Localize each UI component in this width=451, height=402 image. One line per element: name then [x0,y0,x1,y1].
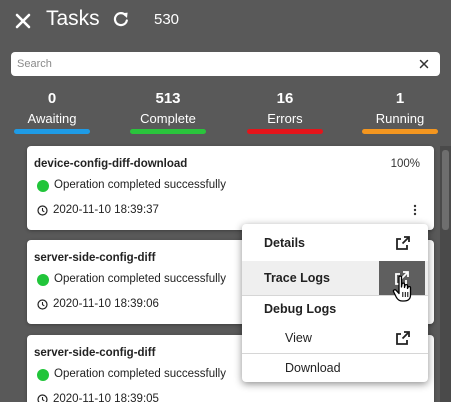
menu-download-label: Download [285,361,341,375]
menu-item-view[interactable]: View [242,324,428,352]
task-timestamp: 2020-11-10 18:39:37 [53,204,159,216]
panel-title: Tasks [46,7,100,30]
task-timestamp: 2020-11-10 18:39:05 [53,393,159,402]
stat-errors-bar [247,129,323,134]
stat-errors-value: 16 [276,90,294,107]
task-name: server-side-config-diff [34,347,156,359]
success-status-icon [37,369,49,381]
menu-item-download[interactable]: Download [242,354,428,382]
search-input[interactable] [17,55,397,73]
task-status: Operation completed successfully [54,179,226,191]
hand-cursor-icon [392,275,412,302]
stat-running-value: 1 [395,90,405,107]
menu-details-label: Details [264,236,305,250]
stat-awaiting[interactable]: 0 Awaiting [14,90,90,126]
panel-header: Tasks 530 [0,0,451,40]
menu-debug-logs-label: Debug Logs [264,302,337,316]
task-count: 530 [154,11,180,28]
menu-view-label: View [285,331,312,345]
stat-running-bar [362,129,438,134]
clock-icon [37,299,48,310]
stat-complete[interactable]: 513 Complete [130,90,206,126]
clear-search-icon[interactable] [418,58,430,70]
refresh-icon[interactable] [113,11,129,27]
success-status-icon [37,274,49,286]
open-external-icon[interactable] [395,330,411,346]
stat-running[interactable]: 1 Running [362,90,438,126]
task-timestamp: 2020-11-10 18:39:06 [53,298,159,310]
stat-complete-label: Complete [140,111,196,126]
close-icon[interactable] [14,9,32,31]
task-name: device-config-diff-download [34,158,188,170]
task-name: server-side-config-diff [34,252,156,264]
stat-errors[interactable]: 16 Errors [247,90,323,126]
stat-awaiting-label: Awaiting [27,111,77,126]
stat-complete-value: 513 [155,90,181,107]
task-status: Operation completed successfully [54,368,226,380]
menu-item-details[interactable]: Details [242,224,428,262]
stat-awaiting-bar [14,129,90,134]
open-external-icon[interactable] [395,235,411,251]
menu-trace-logs-label: Trace Logs [264,271,330,285]
more-options-icon[interactable] [413,204,417,216]
stat-running-label: Running [375,111,425,126]
task-context-menu: Details Trace Logs Debug Logs View Downl… [242,224,428,382]
clock-icon [37,205,48,216]
task-progress: 100% [390,158,420,170]
stat-errors-label: Errors [267,111,303,126]
success-status-icon [37,180,49,192]
clock-icon [37,394,48,402]
stat-awaiting-value: 0 [47,90,57,107]
task-card[interactable]: device-config-diff-download 100% Operati… [27,146,434,230]
search-bar [11,52,440,76]
task-status: Operation completed successfully [54,273,226,285]
stat-complete-bar [130,129,206,134]
scrollbar-thumb[interactable] [442,150,449,230]
